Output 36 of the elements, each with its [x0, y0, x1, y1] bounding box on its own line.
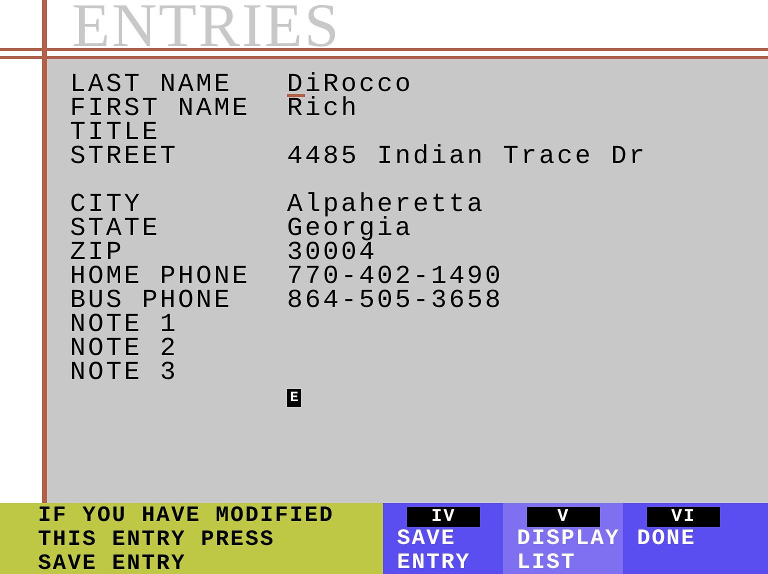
- cursor-mark: [287, 94, 305, 97]
- field-value[interactable]: Rich: [287, 96, 360, 120]
- field-value[interactable]: Alpaheretta: [287, 192, 486, 216]
- field-value[interactable]: DiRocco: [287, 72, 414, 96]
- field-label: LAST NAME: [70, 72, 232, 96]
- field-label: NOTE 3: [70, 360, 180, 384]
- message-line: SAVE ENTRY: [38, 552, 188, 574]
- field-label: CITY: [70, 192, 142, 216]
- field-value[interactable]: 770-402-1490: [287, 264, 504, 288]
- button-label: LIST: [517, 551, 576, 574]
- button-label: ENTRY: [397, 551, 471, 574]
- field-label: NOTE 2: [70, 336, 180, 360]
- button-label: SAVE: [397, 527, 456, 551]
- field-value[interactable]: Georgia: [287, 216, 414, 240]
- message-line: IF YOU HAVE MODIFIED: [38, 504, 336, 528]
- field-value[interactable]: 4485 Indian Trace Dr: [287, 144, 648, 168]
- function-key-label: VI: [647, 507, 720, 527]
- button-label: DONE: [637, 527, 696, 551]
- function-key-label: IV: [407, 507, 480, 527]
- field-value[interactable]: 30004: [287, 240, 378, 264]
- menu-button[interactable]: V DISPLAY LIST: [503, 503, 623, 574]
- field-label: BUS PHONE: [70, 288, 234, 312]
- field-label: FIRST NAME: [70, 96, 252, 120]
- button-label: DISPLAY: [517, 527, 620, 551]
- field-label: NOTE 1: [70, 312, 180, 336]
- field-value[interactable]: 864-505-3658: [287, 288, 504, 312]
- menu-button[interactable]: VI DONE: [623, 503, 768, 574]
- field-label: TITLE: [70, 120, 160, 144]
- field-label: STATE: [70, 216, 162, 240]
- field-label: ZIP: [70, 240, 124, 264]
- message-line: THIS ENTRY PRESS: [38, 528, 276, 552]
- field-label: HOME PHONE: [70, 264, 252, 288]
- menu-button[interactable]: IV SAVE ENTRY: [383, 503, 503, 574]
- input-prompt: E: [287, 389, 302, 407]
- function-key-label: V: [527, 507, 600, 527]
- field-label: STREET: [70, 144, 180, 168]
